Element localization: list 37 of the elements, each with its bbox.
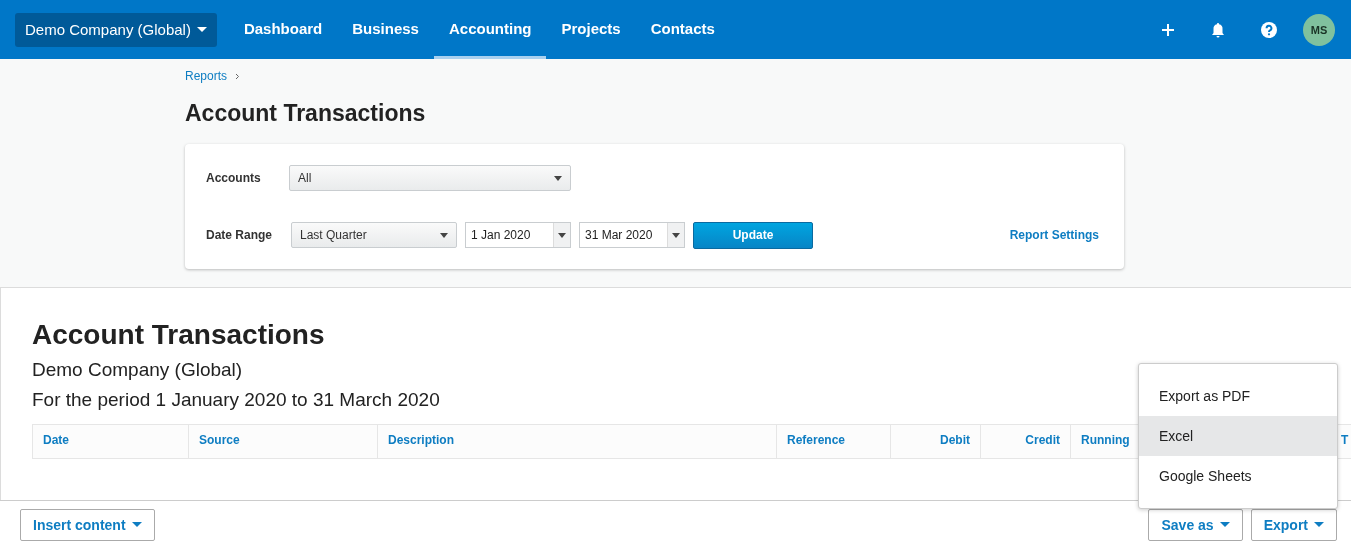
nav-tab[interactable]: Projects <box>546 0 636 59</box>
organisation-switcher[interactable]: Demo Company (Global) <box>15 12 217 47</box>
column-header[interactable]: Debit <box>891 425 981 458</box>
column-header[interactable]: Reference <box>777 425 891 458</box>
help-icon[interactable] <box>1261 21 1277 38</box>
menu-item[interactable]: Google Sheets <box>1139 456 1337 496</box>
date-field[interactable]: 31 Mar 2020 <box>579 222 685 248</box>
nav-tab[interactable]: Business <box>337 0 434 59</box>
save-as-button[interactable]: Save as <box>1148 508 1243 541</box>
nav-tab[interactable]: Accounting <box>433 0 547 59</box>
nav-tab[interactable]: Contacts <box>635 0 730 59</box>
breadcrumb-link[interactable]: Reports <box>185 69 228 83</box>
export-button[interactable]: Export <box>1250 508 1337 541</box>
field-label: Accounts <box>206 171 262 185</box>
report-settings-link[interactable]: Report Settings <box>1009 228 1099 242</box>
insert-content-button[interactable]: Insert content <box>20 508 155 541</box>
menu-item[interactable]: Excel <box>1139 416 1337 456</box>
user-avatar[interactable]: MS <box>1303 13 1335 46</box>
column-header[interactable]: Date <box>33 425 189 458</box>
column-header[interactable]: Credit <box>981 425 1071 458</box>
report-period: For the period 1 January 2020 to 31 March 2020 <box>32 389 440 412</box>
bell-icon[interactable] <box>1211 21 1225 38</box>
company-name: Demo Company (Global) <box>32 359 243 382</box>
column-header[interactable]: Description <box>378 425 777 458</box>
column-header[interactable]: Source <box>189 425 378 458</box>
period-dropdown[interactable]: Last Quarter <box>291 222 457 248</box>
field-label: Date Range <box>206 228 274 242</box>
update-button[interactable]: Update <box>693 221 813 249</box>
page-title: Account Transactions <box>185 99 427 127</box>
nav-tab[interactable]: Dashboard <box>228 0 338 59</box>
date-field[interactable]: 1 Jan 2020 <box>465 222 571 248</box>
plus-icon[interactable] <box>1161 22 1175 37</box>
accounts-dropdown[interactable]: All <box>289 165 571 191</box>
chevron-icon <box>235 72 241 80</box>
report-title: Account Transactions <box>32 318 326 352</box>
menu-item[interactable]: Export as PDF <box>1139 376 1337 416</box>
caret-icon <box>196 27 207 32</box>
